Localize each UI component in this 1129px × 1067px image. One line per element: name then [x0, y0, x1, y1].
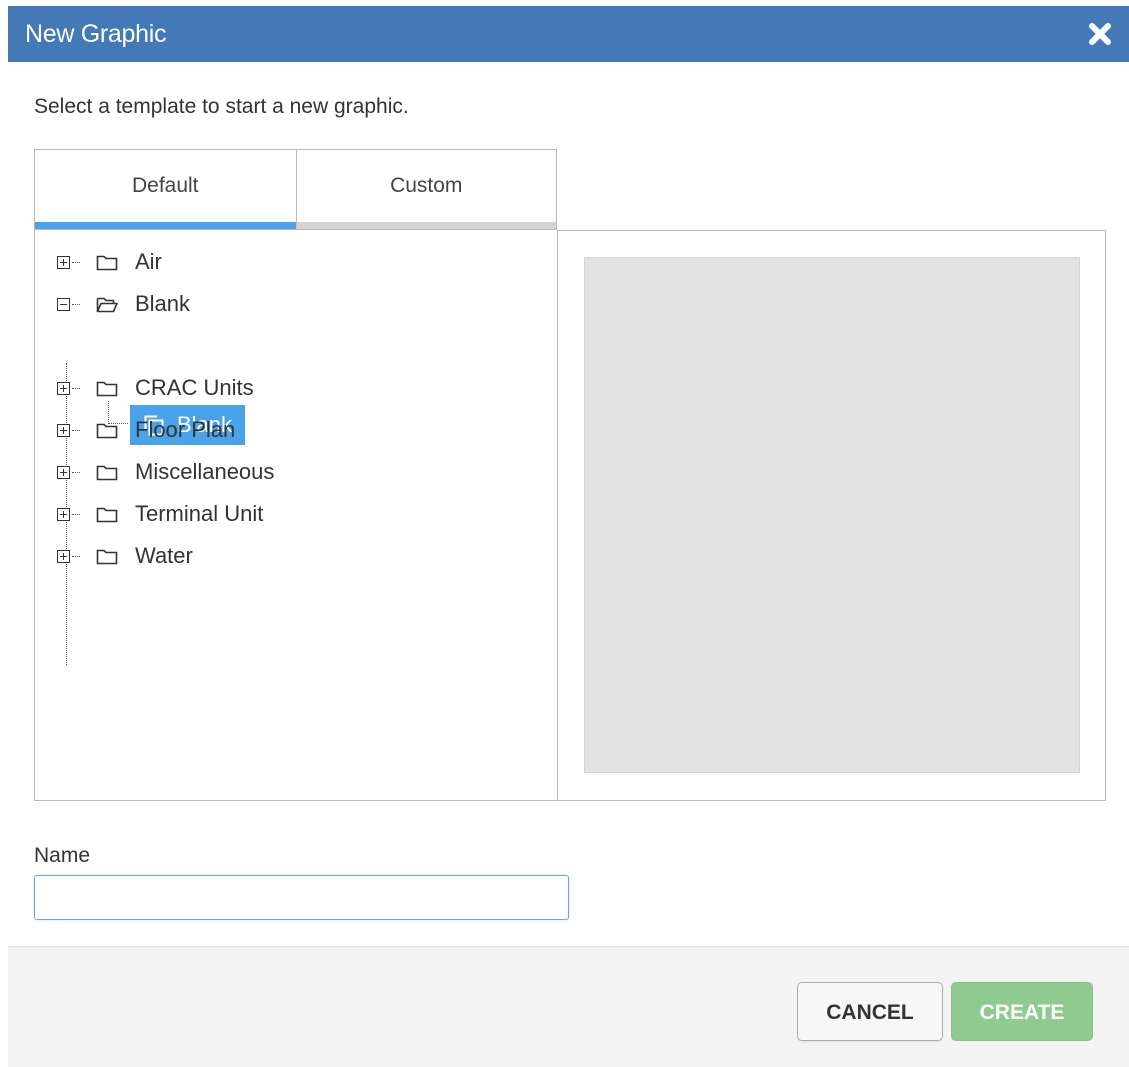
folder-open-icon [96, 297, 118, 313]
name-input[interactable] [34, 875, 569, 920]
template-preview-pane [557, 230, 1106, 801]
template-browser: Default Custom Air Blank Blank CRAC Unit… [34, 149, 1106, 801]
expand-icon[interactable] [57, 466, 70, 479]
tree-item-label: Blank [135, 291, 191, 316]
template-tree[interactable]: Air Blank Blank CRAC Units Floor Plan Mi… [34, 229, 557, 801]
expand-icon[interactable] [57, 382, 70, 395]
expand-icon[interactable] [57, 550, 70, 563]
dialog-title: New Graphic [25, 20, 167, 48]
tree-folder-blank[interactable]: Blank [35, 286, 555, 322]
new-graphic-dialog: New Graphic Select a template to start a… [8, 6, 1129, 1067]
template-preview-image [584, 257, 1080, 773]
tree-folder-miscellaneous[interactable]: Miscellaneous [35, 454, 555, 490]
tree-item-label: Air [135, 249, 162, 274]
name-label: Name [34, 844, 91, 867]
folder-icon [96, 255, 118, 271]
expand-icon[interactable] [57, 508, 70, 521]
tree-item-label: Floor Plan [135, 417, 236, 442]
instruction-text: Select a template to start a new graphic… [34, 95, 409, 118]
expand-icon[interactable] [57, 424, 70, 437]
tree-folder-air[interactable]: Air [35, 244, 555, 280]
create-button[interactable]: CREATE [951, 982, 1093, 1041]
folder-icon [96, 465, 118, 481]
folder-icon [96, 549, 118, 565]
tree-folder-water[interactable]: Water [35, 538, 555, 574]
title-bar: New Graphic [8, 6, 1129, 62]
template-tabs: Default Custom [34, 149, 557, 230]
expand-icon[interactable] [57, 256, 70, 269]
folder-icon [96, 381, 118, 397]
collapse-icon[interactable] [57, 298, 70, 311]
tree-item-label: Terminal Unit [135, 501, 264, 526]
tab-custom[interactable]: Custom [295, 150, 556, 230]
tree-item-label: Miscellaneous [135, 459, 275, 484]
tree-folder-floor-plan[interactable]: Floor Plan [35, 412, 555, 448]
folder-icon [96, 423, 118, 439]
tab-default[interactable]: Default [35, 150, 296, 230]
cancel-button[interactable]: CANCEL [797, 982, 943, 1041]
dialog-footer: CANCEL CREATE [8, 946, 1129, 1067]
tree-item-label: Water [135, 543, 193, 568]
tree-item-label: CRAC Units [135, 375, 254, 400]
close-icon [1089, 23, 1111, 45]
folder-icon [96, 507, 118, 523]
tree-folder-crac-units[interactable]: CRAC Units [35, 370, 555, 406]
close-button[interactable] [1085, 19, 1115, 49]
tree-folder-terminal-unit[interactable]: Terminal Unit [35, 496, 555, 532]
